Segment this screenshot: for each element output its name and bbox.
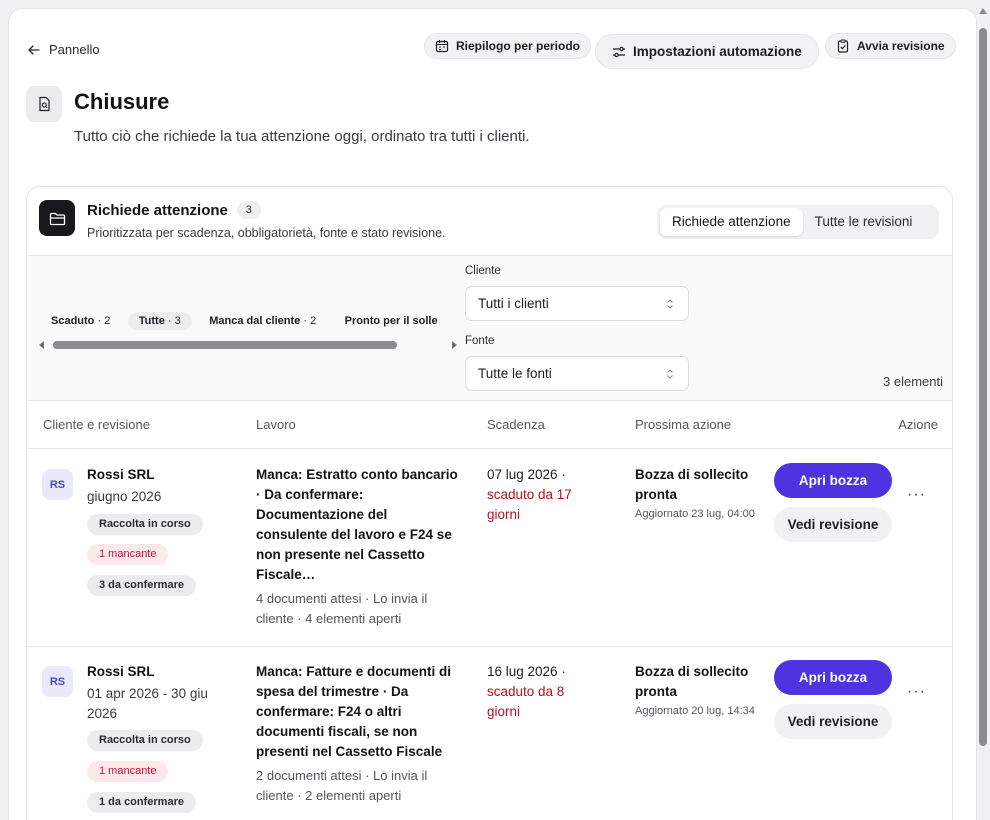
header-due: Scadenza: [487, 417, 545, 432]
document-search-icon: [26, 86, 62, 122]
back-label: Pannello: [49, 42, 100, 57]
start-review-button[interactable]: Avvia revisione: [825, 33, 956, 59]
status-badge: Raccolta in corso: [87, 730, 203, 751]
client-filter-label: Cliente: [465, 265, 501, 277]
chip-all[interactable]: Tutte · 3: [127, 312, 192, 330]
due-date: 16 lug 2026 ·: [487, 664, 566, 679]
avatar: RS: [42, 469, 73, 500]
updated-time: Aggiornato 20 lug, 14:34: [635, 705, 755, 717]
updated-time: Aggiornato 23 lug, 04:00: [635, 508, 755, 520]
overdue-status: scaduto da 17 giorni: [487, 487, 572, 522]
back-link[interactable]: Pannello: [27, 42, 100, 57]
section-title: Richiede attenzione 3: [87, 201, 261, 219]
status-badge: Raccolta in corso: [87, 514, 203, 535]
scroll-right-arrow-icon[interactable]: [452, 341, 457, 349]
clipboard-check-icon: [837, 39, 849, 53]
review-period: 01 apr 2026 - 30 giu 2026: [87, 686, 208, 721]
chip-missing-from-client[interactable]: Manca dal cliente · 2: [198, 312, 327, 330]
chevron-up-down-icon: [667, 298, 673, 309]
open-draft-button[interactable]: Apri bozza: [774, 463, 892, 498]
chip-overdue[interactable]: Scaduto · 2: [40, 312, 121, 330]
due-cell: 16 lug 2026 · scaduto da 8 giorni: [487, 662, 597, 722]
more-options-icon[interactable]: ···: [907, 486, 926, 504]
chips-scrollbar[interactable]: [39, 340, 457, 350]
client-name[interactable]: Rossi SRL: [87, 467, 155, 482]
header-client: Cliente e revisione: [43, 417, 150, 432]
open-draft-button[interactable]: Apri bozza: [774, 660, 892, 695]
work-description: Manca: Estratto conto bancario · Da conf…: [256, 467, 458, 582]
calendar-icon: [435, 40, 449, 53]
attention-card: Richiede attenzione 3 Prioritizzata per …: [26, 186, 953, 820]
missing-badge: 1 mancante: [87, 761, 169, 782]
page-subtitle: Tutto ciò che richiede la tua attenzione…: [74, 128, 530, 145]
scroll-up-arrow-icon[interactable]: [979, 8, 987, 14]
client-name[interactable]: Rossi SRL: [87, 664, 155, 679]
work-meta: 2 documenti attesi · Lo invia il cliente…: [256, 768, 428, 803]
arrow-left-icon: [28, 44, 40, 55]
page: Pannello Riepilogo per periodo Impostazi…: [8, 8, 977, 820]
due-date: 07 lug 2026 ·: [487, 467, 566, 482]
view-review-button[interactable]: Vedi revisione: [774, 704, 892, 739]
automation-settings-button[interactable]: Impostazioni automazione: [595, 34, 819, 69]
filter-bar: Scaduto · 2 Tutte · 3 Manca dal cliente …: [27, 255, 952, 401]
view-review-button[interactable]: Vedi revisione: [774, 507, 892, 542]
items-count: 3 elementi: [883, 374, 943, 389]
scrollbar-thumb[interactable]: [53, 341, 397, 349]
tab-needs-attention[interactable]: Richiede attenzione: [660, 208, 803, 236]
overdue-status: scaduto da 8 giorni: [487, 684, 565, 719]
page-scrollbar[interactable]: [977, 0, 990, 820]
client-select[interactable]: Tutti i clienti: [465, 286, 689, 321]
sliders-icon: [613, 46, 625, 57]
period-summary-button[interactable]: Riepilogo per periodo: [424, 33, 592, 59]
folder-icon: [39, 200, 75, 236]
table-row: RS Rossi SRL giugno 2026 Raccolta in cor…: [27, 450, 952, 647]
next-action: Bozza di sollecito pronta: [635, 664, 749, 699]
chevron-up-down-icon: [667, 368, 673, 379]
avatar: RS: [42, 666, 73, 697]
status-chips: Scaduto · 2 Tutte · 3 Manca dal cliente …: [40, 311, 450, 333]
page-scrollbar-thumb[interactable]: [979, 28, 987, 746]
to-confirm-badge: 1 da confermare: [87, 792, 196, 813]
to-confirm-badge: 3 da confermare: [87, 575, 196, 596]
header-next-action: Prossima azione: [635, 417, 732, 432]
review-period: giugno 2026: [87, 489, 162, 504]
source-filter-label: Fonte: [465, 335, 495, 347]
missing-badge: 1 mancante: [87, 544, 169, 565]
header-action: Azione: [898, 417, 938, 432]
more-options-icon[interactable]: ···: [907, 683, 926, 701]
section-subtitle: Prioritizzata per scadenza, obbligatorie…: [87, 226, 446, 240]
work-meta: 4 documenti attesi · Lo invia il cliente…: [256, 591, 428, 626]
work-description: Manca: Fatture e documenti di spesa del …: [256, 664, 452, 759]
tab-all-reviews[interactable]: Tutte le revisioni: [803, 208, 925, 236]
count-badge: 3: [236, 201, 261, 219]
table-header: Cliente e revisione Lavoro Scadenza Pros…: [27, 402, 952, 449]
source-select[interactable]: Tutte le fonti: [465, 356, 689, 391]
next-action: Bozza di sollecito pronta: [635, 467, 749, 502]
due-cell: 07 lug 2026 · scaduto da 17 giorni: [487, 465, 597, 525]
header-work: Lavoro: [256, 417, 296, 432]
table-row: RS Rossi SRL 01 apr 2026 - 30 giu 2026 R…: [27, 647, 952, 820]
chip-ready-reminder[interactable]: Pronto per il solle: [334, 312, 449, 330]
scroll-left-arrow-icon[interactable]: [39, 341, 44, 349]
page-title: Chiusure: [74, 89, 170, 114]
view-toggle: Richiede attenzione Tutte le revisioni: [657, 205, 939, 239]
